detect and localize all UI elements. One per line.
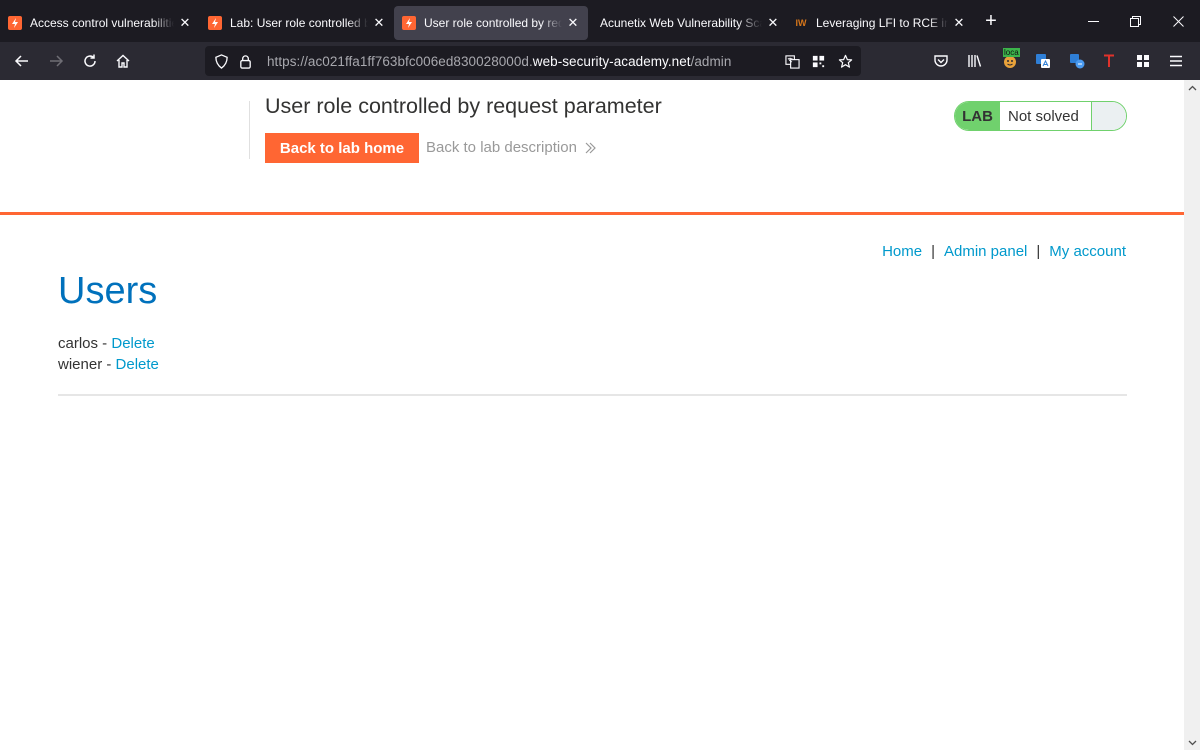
user-name: wiener [58,356,103,373]
pocket-icon [934,55,948,67]
lab-status-text: Not solved [1008,107,1079,125]
locale-extension-button[interactable]: loca [996,47,1024,75]
locale-badge: loca [1003,48,1020,57]
translator-icon [1036,54,1050,68]
lab-status-widget: LAB Not solved [954,101,1127,131]
close-icon [1172,15,1184,27]
portswigger-favicon-icon [402,16,416,30]
navigation-toolbar: https://ac021ffa1ff763bfc006ed830028000d… [0,42,1200,80]
restore-icon [1129,15,1141,27]
address-bar[interactable]: https://ac021ffa1ff763bfc006ed830028000d… [205,46,861,76]
reload-icon [84,54,96,67]
page-scrollbar[interactable] [1184,80,1200,750]
chevron-up-icon [1188,85,1196,90]
lab-status-indicator [1091,102,1126,130]
translate-alt-extension-button[interactable] [1063,47,1091,75]
translate-page-icon[interactable] [780,46,804,76]
close-tab-icon[interactable]: ✕ [766,15,780,31]
user-separator: - [98,335,112,352]
close-tab-icon[interactable]: ✕ [952,15,966,31]
arrow-right-icon [50,55,64,67]
content-divider [58,394,1127,396]
scroll-down-button[interactable] [1184,734,1200,750]
restore-button[interactable] [1113,0,1157,42]
users-heading: Users [58,270,158,312]
tracking-shield-icon[interactable] [209,46,233,76]
tab-acunetix[interactable]: Acunetix Web Vulnerability Scanner ✕ [588,6,788,40]
chevron-down-icon [1188,740,1196,745]
banner-divider [249,101,250,159]
user-list: carlos - Delete wiener - Delete [58,333,159,375]
tab-title: Acunetix Web Vulnerability Scanner [600,16,762,30]
home-icon [116,54,130,68]
back-to-lab-home-button[interactable]: Back to lab home [265,133,419,163]
close-tab-icon[interactable]: ✕ [178,15,192,31]
lock-icon[interactable] [233,46,257,76]
nav-my-account-link[interactable]: My account [1049,243,1126,260]
home-button[interactable] [109,47,137,75]
tab-lab-current[interactable]: User role controlled by request paramete… [394,6,588,40]
tab-bar: Access control vulnerabilities ✕ Lab: Us… [0,0,1200,42]
user-name: carlos [58,335,99,352]
library-icon [968,55,982,67]
tab-title: Access control vulnerabilities [30,16,174,30]
puzzle-grid-icon [1137,55,1149,67]
reload-button[interactable] [76,47,104,75]
nav-home-link[interactable]: Home [882,243,922,260]
list-item: wiener - Delete [58,354,159,375]
tab-title: Leveraging LFI to RCE in a website [816,16,948,30]
tab-access-control[interactable]: Access control vulnerabilities ✕ [0,6,200,40]
user-separator: - [102,356,116,373]
qr-code-icon[interactable] [806,46,830,76]
pocket-button[interactable] [927,47,955,75]
lab-title: User role controlled by request paramete… [265,94,662,118]
site-navigation: Home | Admin panel | My account [882,243,1126,260]
tab-lfi-rce[interactable]: IW Leveraging LFI to RCE in a website ✕ [788,6,974,40]
tab-title: Lab: User role controlled by request par… [230,16,368,30]
translate-alt-icon [1070,54,1085,69]
scroll-up-button[interactable] [1184,80,1200,96]
portswigger-favicon-icon [8,16,22,30]
lab-banner: User role controlled by request paramete… [0,80,1184,215]
url-text[interactable]: https://ac021ffa1ff763bfc006ed830028000d… [267,54,731,69]
forward-button[interactable] [42,47,70,75]
text-extension-button[interactable] [1095,47,1123,75]
hamburger-menu-icon [1170,55,1182,67]
close-tab-icon[interactable]: ✕ [566,15,580,31]
arrow-left-icon [14,55,28,67]
tab-lab-description[interactable]: Lab: User role controlled by request par… [200,6,394,40]
new-tab-button[interactable]: + [976,6,1006,36]
nav-admin-panel-link[interactable]: Admin panel [944,243,1027,260]
iw-favicon-icon: IW [795,18,807,28]
back-to-lab-description-label: Back to lab description [426,139,577,156]
nav-separator: | [1036,243,1041,260]
back-to-lab-description-link[interactable]: Back to lab description [426,139,596,156]
library-button[interactable] [961,47,989,75]
lab-status-badge: LAB [955,102,1000,130]
delete-user-wiener-link[interactable]: Delete [116,356,159,373]
page-content: User role controlled by request paramete… [0,80,1184,750]
minimize-button[interactable] [1071,0,1115,42]
bookmark-star-icon[interactable] [833,46,857,76]
letter-t-icon [1104,54,1114,67]
translator-extension-button[interactable] [1029,47,1057,75]
double-chevron-right-icon [585,142,596,153]
url-domain: web-security-academy.net [532,53,691,69]
close-window-button[interactable] [1156,0,1200,42]
url-path: /admin [690,53,732,69]
app-menu-button[interactable] [1162,47,1190,75]
extensions-button[interactable] [1129,47,1157,75]
url-prefix: https://ac021ffa1ff763bfc006ed830028000d… [267,53,533,69]
close-tab-icon[interactable]: ✕ [372,15,386,31]
nav-separator: | [931,243,935,260]
back-button[interactable] [8,47,36,75]
delete-user-carlos-link[interactable]: Delete [111,335,154,352]
list-item: carlos - Delete [58,333,159,354]
tab-title: User role controlled by request paramete… [424,16,562,30]
portswigger-favicon-icon [208,16,222,30]
minimize-icon [1087,20,1099,22]
